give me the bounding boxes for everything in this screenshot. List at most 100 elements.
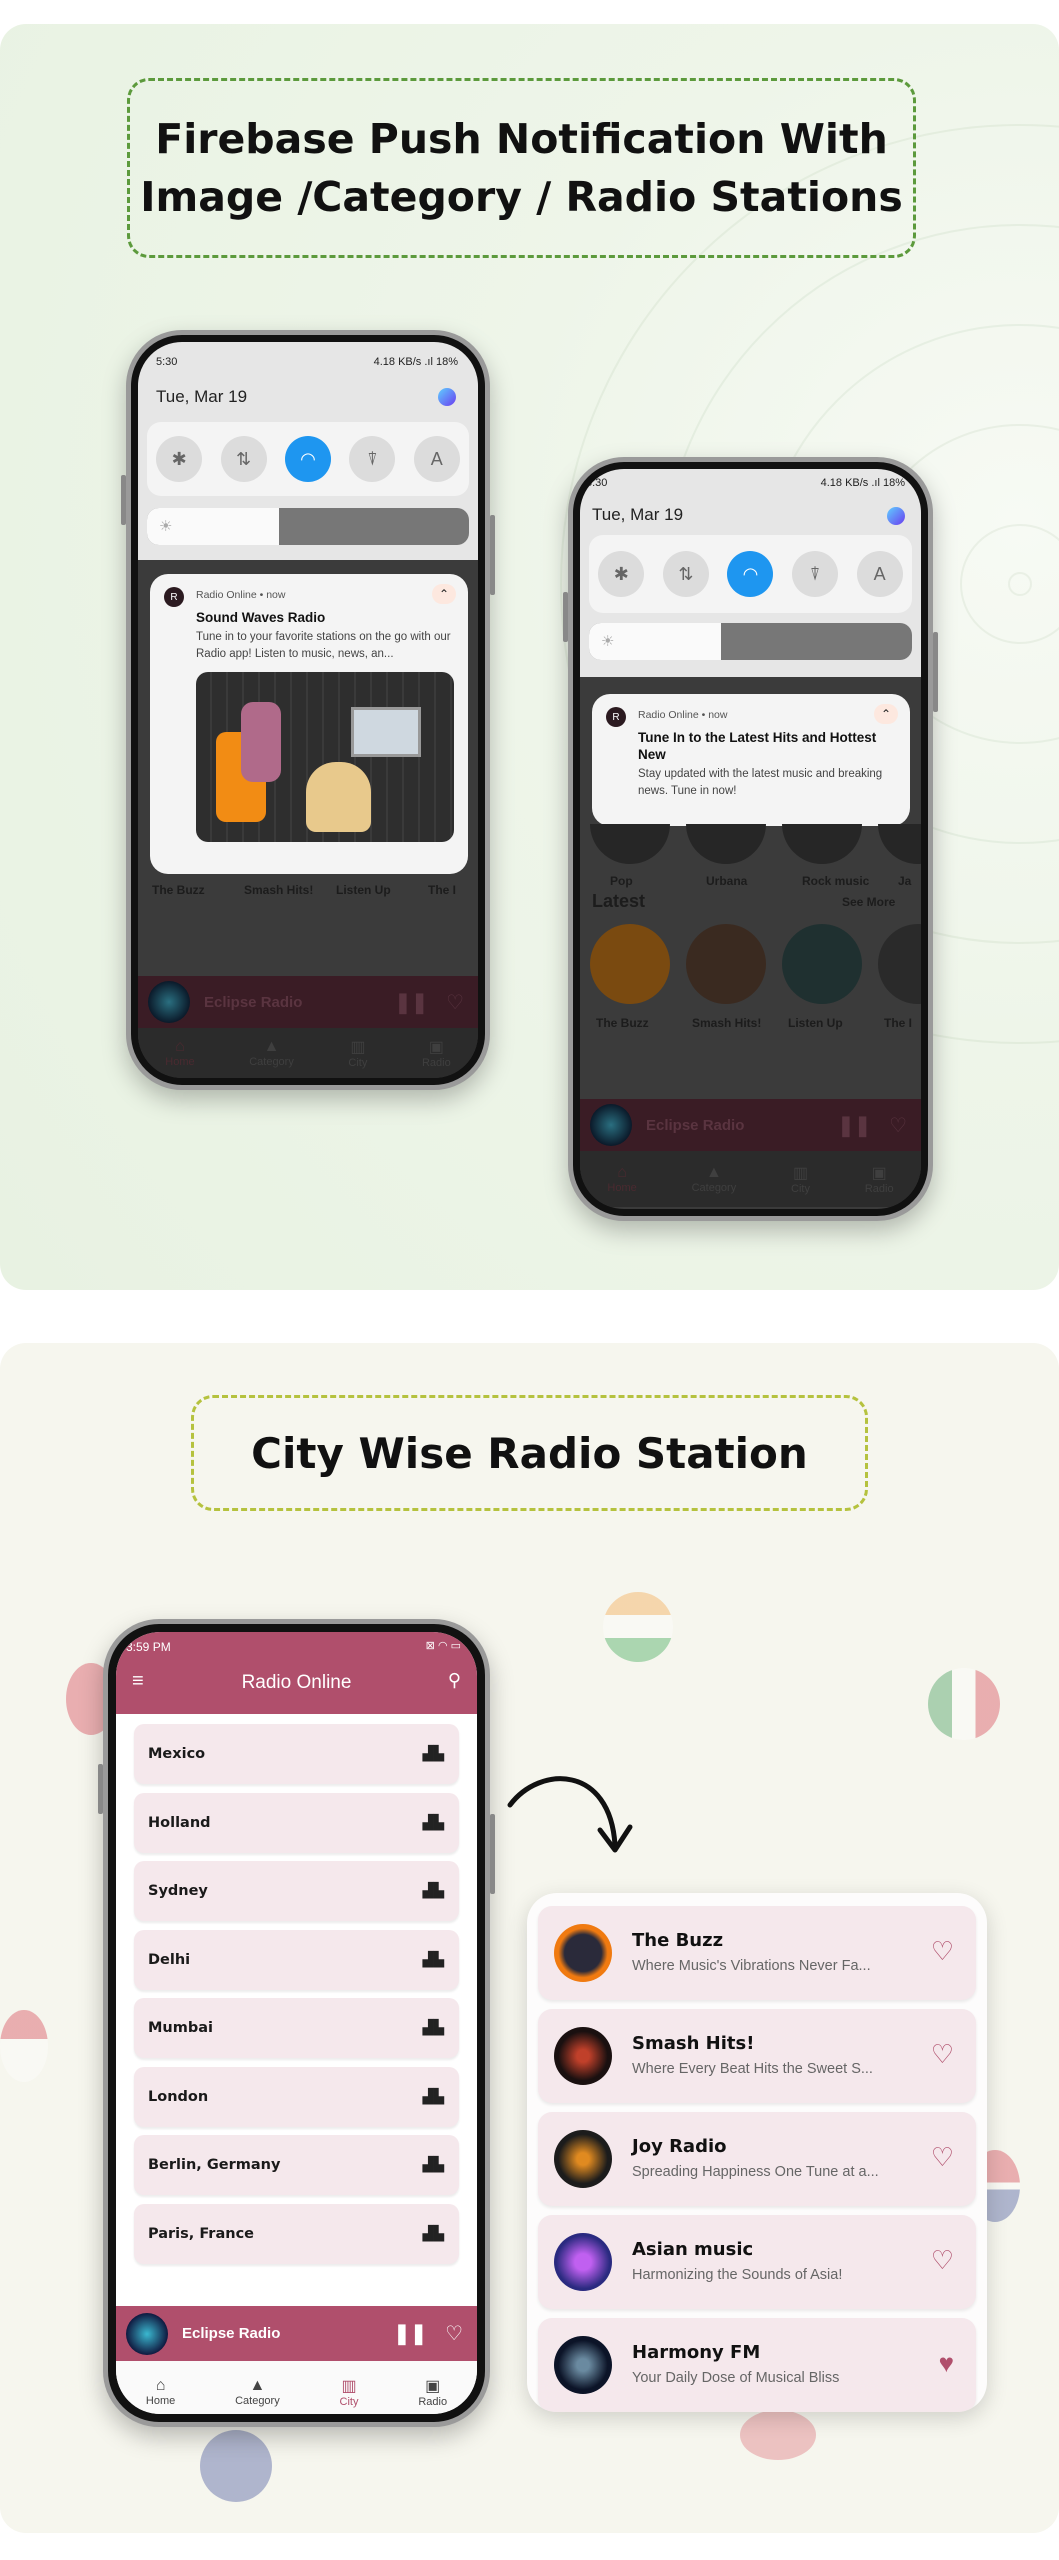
nav-label: City <box>348 1057 368 1069</box>
flashlight-toggle[interactable]: ⍒ <box>792 551 839 597</box>
city-item[interactable]: London ▟▙ <box>134 2066 459 2127</box>
nav-label: Home <box>165 1056 195 1068</box>
mobile-data-toggle[interactable]: ⇅ <box>662 551 709 597</box>
notification-body: Stay updated with the latest music and b… <box>638 768 883 797</box>
wifi-toggle[interactable]: ◠ <box>727 551 774 597</box>
mini-player[interactable]: Eclipse Radio ❚❚ ♡ <box>580 1099 921 1151</box>
nav-item-radio[interactable]: ▣ Radio <box>422 1037 451 1069</box>
auto-brightness-toggle[interactable]: A <box>856 551 903 597</box>
collapse-chevron-icon[interactable]: ⌃ <box>432 584 456 604</box>
push-notification[interactable]: R Radio Online • now ⌃ Tune In to the La… <box>592 694 910 826</box>
city-buildings-icon: ▟▙ <box>422 1814 444 1831</box>
category-artwork[interactable] <box>878 824 921 864</box>
wifi-toggle[interactable]: ◠ <box>284 436 331 482</box>
flashlight-toggle[interactable]: ⍒ <box>349 436 396 482</box>
see-more-link[interactable]: See More <box>842 895 895 909</box>
section-title-box: City Wise Radio Station <box>191 1395 868 1511</box>
station-artwork[interactable] <box>878 924 921 1004</box>
nav-item-city[interactable]: ▥ City <box>348 1037 367 1069</box>
nav-item-city[interactable]: ▥ City <box>791 1163 810 1195</box>
station-artwork <box>590 1104 632 1146</box>
station-artwork <box>148 981 190 1023</box>
pause-button[interactable]: ❚❚ <box>838 1113 872 1138</box>
nav-item-home[interactable]: ⌂ Home <box>165 1038 194 1068</box>
nav-item-category[interactable]: ▲ Category <box>249 1038 294 1068</box>
bottom-nav: ⌂ Home ▲ Category ▥ City ▣ Radio <box>580 1151 921 1207</box>
category-artwork[interactable] <box>590 824 670 864</box>
city-buildings-icon: ▟▙ <box>422 2225 444 2242</box>
category-artwork[interactable] <box>686 824 766 864</box>
bottom-nav: ⌂ Home ▲ Category ▥ City ▣ Radio <box>138 1028 478 1078</box>
favorite-heart-icon[interactable]: ♡ <box>931 1936 954 1967</box>
mobile-data-toggle[interactable]: ⇅ <box>220 436 267 482</box>
favorite-heart-icon[interactable]: ♡ <box>931 2039 954 2070</box>
favorite-button[interactable]: ♡ <box>446 990 464 1015</box>
category-icon: ▲ <box>705 1164 722 1181</box>
station-artwork[interactable] <box>590 924 670 1004</box>
station-row[interactable]: Smash Hits! Where Every Beat Hits the Swe… <box>538 2009 976 2103</box>
nav-label: Home <box>607 1182 637 1194</box>
pause-button[interactable]: ❚❚ <box>395 990 429 1015</box>
nav-item-radio[interactable]: ▣ Radio <box>418 2376 447 2408</box>
city-item[interactable]: Holland ▟▙ <box>134 1792 459 1853</box>
home-icon: ⌂ <box>175 1038 185 1055</box>
nav-label: Category <box>249 1056 294 1068</box>
category-icon: ▲ <box>263 1038 280 1055</box>
city-item[interactable]: Berlin, Germany ▟▙ <box>134 2135 459 2195</box>
push-notification[interactable]: R Radio Online • now ⌃ Sound Waves Radio… <box>150 574 468 874</box>
station-description: Spreading Happiness One Tune at a... <box>632 2164 879 2180</box>
city-item[interactable]: Mumbai ▟▙ <box>134 1998 459 2058</box>
station-row[interactable]: Asian music Harmonizing the Sounds of Asi… <box>538 2215 976 2309</box>
brightness-slider[interactable]: ☀ <box>589 623 912 660</box>
bluetooth-toggle[interactable]: ✱ <box>156 436 203 482</box>
phone-mockup-2: 5:30 4.18 KB/s .ıl 18% Tue, Mar 19 ✱ ⇅ ◠… <box>563 457 938 1221</box>
auto-brightness-toggle[interactable]: A <box>413 436 460 482</box>
section-title: City Wise Radio Station <box>251 1428 808 1478</box>
favorite-button[interactable]: ♡ <box>445 2321 463 2346</box>
city-item[interactable]: Mexico ▟▙ <box>134 1724 459 1784</box>
nav-item-category[interactable]: ▲ Category <box>692 1164 737 1194</box>
station-row[interactable]: Joy Radio Spreading Happiness One Tune at… <box>538 2112 976 2206</box>
status-time: 5:30 <box>156 356 178 368</box>
mexico-flag <box>928 1668 1000 1740</box>
mini-player[interactable]: Eclipse Radio ❚❚ ♡ <box>138 976 478 1028</box>
station-artwork[interactable] <box>686 924 766 1004</box>
status-icons: 4.18 KB/s .ıl 18% <box>373 356 458 368</box>
nav-label: Category <box>691 1182 737 1194</box>
nav-item-home[interactable]: ⌂ Home <box>607 1164 636 1194</box>
sun-icon: ☀ <box>601 633 615 650</box>
nav-item-home[interactable]: ⌂ Home <box>146 2377 175 2407</box>
collapse-chevron-icon[interactable]: ⌃ <box>874 704 898 724</box>
station-artwork <box>554 1924 612 1982</box>
status-time: 5:30 <box>586 477 608 489</box>
pause-button[interactable]: ❚❚ <box>394 2321 428 2346</box>
station-name: Asian music <box>632 2239 754 2260</box>
search-icon[interactable]: ⚲ <box>448 1670 461 1691</box>
favorite-heart-icon[interactable]: ♡ <box>931 2245 954 2276</box>
nav-item-category[interactable]: ▲ Category <box>235 2377 280 2407</box>
station-artwork[interactable] <box>782 924 862 1004</box>
curved-arrow-icon <box>507 1776 633 1853</box>
station-row[interactable]: Harmony FM Your Daily Dose of Musical Bli… <box>538 2318 976 2412</box>
shade-date: Tue, Mar 19 <box>156 387 248 406</box>
category-artwork[interactable] <box>782 824 862 864</box>
mini-player[interactable]: Eclipse Radio ❚❚ ♡ <box>116 2306 477 2361</box>
station-artwork <box>554 2027 612 2085</box>
favorite-button[interactable]: ♡ <box>889 1113 907 1138</box>
bluetooth-toggle[interactable]: ✱ <box>598 551 645 597</box>
city-icon: ▥ <box>792 1165 809 1182</box>
nav-label: Home <box>145 2395 176 2407</box>
city-name: Delhi <box>148 1951 191 1968</box>
favorite-heart-icon[interactable]: ♡ <box>931 2142 954 2173</box>
app-icon: R <box>606 707 626 727</box>
city-item[interactable]: Paris, France ▟▙ <box>134 2203 459 2264</box>
status-time: 3:59 PM <box>126 1640 171 1654</box>
station-row[interactable]: The Buzz Where Music's Vibrations Never F… <box>538 1906 976 2000</box>
section-title-line2: Image /Category / Radio Stations <box>140 173 903 221</box>
nav-item-city[interactable]: ▥ City <box>340 2376 359 2408</box>
favorite-heart-icon[interactable]: ♥ <box>939 2348 954 2379</box>
nav-item-radio[interactable]: ▣ Radio <box>865 1163 894 1195</box>
brightness-slider[interactable]: ☀ <box>147 508 469 545</box>
city-item[interactable]: Sydney ▟▙ <box>134 1861 459 1921</box>
city-item[interactable]: Delhi ▟▙ <box>134 1929 459 1990</box>
